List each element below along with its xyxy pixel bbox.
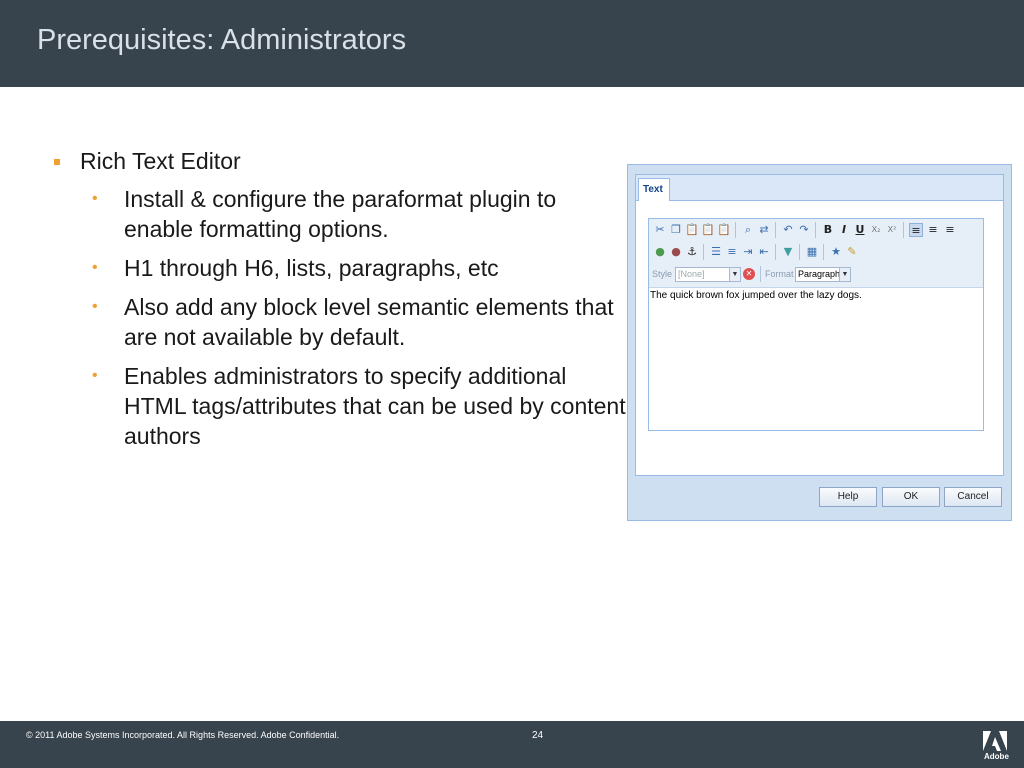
align-right-icon[interactable]: ≡ — [943, 223, 957, 237]
title-bar: Prerequisites: Administrators — [0, 0, 1024, 87]
toolbar-divider — [799, 244, 800, 260]
undo-icon[interactable]: ↶ — [781, 223, 795, 237]
tab-body: ✂ ❐ 📋 📋 📋 ⌕ ⇄ ↶ ↷ B I U X₂ X² ≡ ≡ ≡ ● ● … — [635, 201, 1004, 476]
paraformat-icon[interactable]: ▼ — [781, 245, 795, 259]
toolbar-divider — [815, 222, 816, 238]
table-icon[interactable]: ▦ — [805, 245, 819, 259]
toolbar-divider — [735, 222, 736, 238]
ok-button[interactable]: OK — [882, 487, 940, 507]
help-button[interactable]: Help — [819, 487, 877, 507]
replace-icon[interactable]: ⇄ — [757, 223, 771, 237]
editor-content[interactable]: The quick brown fox jumped over the lazy… — [650, 290, 862, 301]
copyright-text: © 2011 Adobe Systems Incorporated. All R… — [26, 730, 340, 740]
align-center-icon[interactable]: ≡ — [926, 223, 940, 237]
bullet-main: Rich Text Editor — [50, 146, 630, 176]
link-icon[interactable]: ● — [653, 245, 667, 259]
toolbar-divider — [760, 266, 761, 282]
chevron-down-icon[interactable]: ▼ — [839, 268, 850, 281]
unlink-icon[interactable]: ● — [669, 245, 683, 259]
rich-text-editor[interactable]: ✂ ❐ 📋 📋 📋 ⌕ ⇄ ↶ ↷ B I U X₂ X² ≡ ≡ ≡ ● ● … — [648, 218, 984, 431]
subscript-icon[interactable]: X₂ — [869, 223, 883, 237]
find-icon[interactable]: ⌕ — [741, 223, 755, 237]
toolbar-row-3: Style [None] ▼ ✕ Format Paragraph ▼ — [649, 263, 983, 288]
align-left-icon[interactable]: ≡ — [909, 223, 923, 237]
bullet-main-text: Rich Text Editor — [80, 148, 241, 174]
sub-bullet-text: Enables administrators to specify additi… — [124, 363, 626, 449]
tab-strip: Text — [635, 174, 1004, 202]
edit-source-icon[interactable]: ✎ — [845, 245, 859, 259]
dot-bullet-icon: • — [92, 298, 98, 315]
paste-word-icon[interactable]: 📋 — [717, 223, 731, 237]
outdent-icon[interactable]: ⇤ — [757, 245, 771, 259]
cancel-button[interactable]: Cancel — [944, 487, 1002, 507]
square-bullet-icon — [54, 159, 60, 165]
style-select[interactable]: [None] ▼ — [675, 267, 741, 282]
chevron-down-icon[interactable]: ▼ — [729, 268, 740, 281]
sub-bullet-text: H1 through H6, lists, paragraphs, etc — [124, 255, 499, 281]
dot-bullet-icon: • — [92, 259, 98, 276]
sub-bullet: • H1 through H6, lists, paragraphs, etc — [50, 253, 630, 283]
adobe-logo-text: Adobe — [984, 752, 1009, 761]
style-label: Style — [652, 269, 673, 279]
toolbar-divider — [823, 244, 824, 260]
tab-text[interactable]: Text — [638, 178, 670, 202]
footer-bar: © 2011 Adobe Systems Incorporated. All R… — [0, 721, 1024, 768]
redo-icon[interactable]: ↷ — [797, 223, 811, 237]
toolbar-divider — [903, 222, 904, 238]
sub-bullet: • Install & configure the paraformat plu… — [50, 184, 630, 244]
format-select[interactable]: Paragraph ▼ — [795, 267, 851, 282]
toolbar-row-1: ✂ ❐ 📋 📋 📋 ⌕ ⇄ ↶ ↷ B I U X₂ X² ≡ ≡ ≡ — [649, 219, 983, 241]
dot-bullet-icon: • — [92, 190, 98, 207]
paste-text-icon[interactable]: 📋 — [701, 223, 715, 237]
toolbar-divider — [703, 244, 704, 260]
sub-bullet: • Enables administrators to specify addi… — [50, 361, 630, 451]
dot-bullet-icon: • — [92, 367, 98, 384]
format-label: Format — [765, 269, 794, 279]
clear-style-icon[interactable]: ✕ — [743, 268, 755, 280]
underline-icon[interactable]: U — [853, 223, 867, 237]
bulleted-list-icon[interactable]: ☰ — [709, 245, 723, 259]
special-char-icon[interactable]: ★ — [829, 245, 843, 259]
copy-icon[interactable]: ❐ — [669, 223, 683, 237]
cut-icon[interactable]: ✂ — [653, 223, 667, 237]
numbered-list-icon[interactable]: ≡ — [725, 245, 739, 259]
sub-bullet-text: Install & configure the paraformat plugi… — [124, 186, 557, 242]
page-number: 24 — [532, 730, 544, 741]
rte-dialog-screenshot: Text ✂ ❐ 📋 📋 📋 ⌕ ⇄ ↶ ↷ B I U X₂ X² ≡ ≡ ≡… — [627, 164, 1012, 521]
format-value: Paragraph — [798, 269, 841, 279]
paste-icon[interactable]: 📋 — [685, 223, 699, 237]
sub-bullet-text: Also add any block level semantic elemen… — [124, 294, 614, 350]
bold-icon[interactable]: B — [821, 223, 835, 237]
superscript-icon[interactable]: X² — [885, 223, 899, 237]
indent-icon[interactable]: ⇥ — [741, 245, 755, 259]
italic-icon[interactable]: I — [837, 223, 851, 237]
style-value: [None] — [678, 269, 705, 279]
toolbar-row-2: ● ● ⚓ ☰ ≡ ⇥ ⇤ ▼ ▦ ★ ✎ — [649, 241, 983, 263]
bullet-list: Rich Text Editor • Install & configure t… — [50, 146, 630, 460]
toolbar-divider — [775, 244, 776, 260]
anchor-icon[interactable]: ⚓ — [685, 245, 699, 259]
sub-bullet: • Also add any block level semantic elem… — [50, 292, 630, 352]
toolbar-divider — [775, 222, 776, 238]
slide-title: Prerequisites: Administrators — [37, 24, 407, 56]
